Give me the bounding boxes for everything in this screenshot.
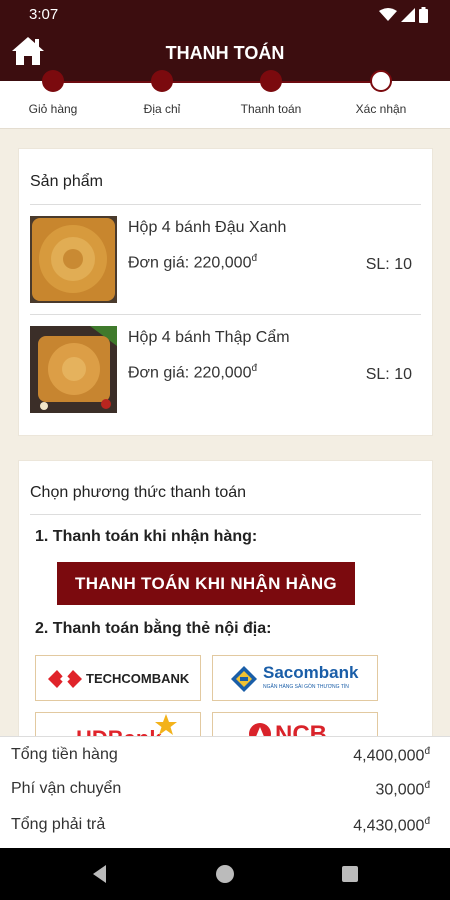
stepper-line — [52, 81, 380, 83]
card-payment-heading: 2. Thanh toán bằng thẻ nội địa: — [35, 620, 272, 637]
page-title: THANH TOÁN — [165, 43, 285, 63]
checkout-stepper: Giỏ hàng Địa chỉ Thanh toán Xác nhận — [0, 70, 450, 129]
total-row: Tổng phải trả 4,430,000đ — [0, 816, 450, 840]
product-name: Hộp 4 bánh Đậu Xanh — [128, 219, 287, 236]
product-price: Đơn giá: 220,000đ — [128, 253, 258, 272]
product-image — [30, 326, 117, 413]
status-icons — [379, 6, 428, 24]
product-quantity: SL: 10 — [365, 256, 412, 273]
product-price: Đơn giá: 220,000đ — [128, 363, 258, 382]
step-dot — [151, 70, 173, 92]
battery-icon — [419, 7, 428, 23]
step-dot — [370, 70, 392, 92]
step-dot — [42, 70, 64, 92]
sacombank-logo-icon — [231, 666, 257, 692]
step-label: Xác nhận — [355, 102, 407, 116]
divider — [30, 514, 421, 515]
bank-name: TECHCOMBANK — [86, 671, 190, 686]
bank-name: Sacombank — [263, 663, 359, 682]
step-dot — [260, 70, 282, 92]
step-label: Địa chỉ — [143, 102, 181, 116]
home-circle-icon[interactable] — [215, 864, 235, 884]
product-item[interactable]: Hộp 4 bánh Thập Cẩm Đơn giá: 220,000đ SL… — [19, 326, 434, 426]
status-bar: 3:07 — [0, 0, 450, 30]
signal-icon — [401, 8, 415, 22]
bank-sacombank[interactable]: Sacombank NGÂN HÀNG SÀI GÒN THƯƠNG TÍN — [212, 655, 378, 701]
system-nav-bar — [0, 848, 450, 900]
shipping-value: 30,000đ — [375, 780, 431, 799]
shipping-row: Phí vận chuyển 30,000đ — [0, 780, 450, 804]
wifi-icon — [379, 8, 397, 21]
subtotal-row: Tổng tiền hàng 4,400,000đ — [0, 746, 450, 770]
back-icon[interactable] — [90, 864, 110, 884]
subtotal-label: Tổng tiền hàng — [11, 746, 118, 763]
products-title: Sản phẩm — [30, 173, 103, 190]
subtotal-value: 4,400,000đ — [353, 746, 430, 765]
total-label: Tổng phải trả — [11, 816, 106, 833]
product-name: Hộp 4 bánh Thập Cẩm — [128, 329, 290, 346]
order-summary: Tổng tiền hàng 4,400,000đ Phí vận chuyển… — [0, 736, 450, 848]
shipping-label: Phí vận chuyển — [11, 780, 122, 797]
recents-icon[interactable] — [340, 864, 360, 884]
product-item[interactable]: Hộp 4 bánh Đậu Xanh Đơn giá: 220,000đ SL… — [19, 216, 434, 316]
bank-subtitle: NGÂN HÀNG SÀI GÒN THƯƠNG TÍN — [263, 684, 349, 690]
payment-title: Chọn phương thức thanh toán — [30, 484, 247, 501]
star-icon — [155, 714, 177, 735]
step-label: Giỏ hàng — [28, 102, 78, 116]
cod-button[interactable]: THANH TOÁN KHI NHẬN HÀNG — [57, 562, 355, 605]
total-value: 4,430,000đ — [353, 816, 430, 835]
product-quantity: SL: 10 — [365, 366, 412, 383]
bank-techcombank[interactable]: TECHCOMBANK — [35, 655, 201, 701]
products-card: Sản phẩm Hộp 4 bánh Đậu Xanh Đơn giá: 22… — [18, 148, 433, 436]
techcombank-logo-icon — [48, 670, 82, 688]
divider — [30, 204, 421, 205]
payment-method-card: Chọn phương thức thanh toán 1. Thanh toá… — [18, 460, 433, 750]
divider — [30, 314, 421, 315]
step-label: Thanh toán — [240, 102, 302, 116]
status-time: 3:07 — [29, 6, 59, 23]
product-image — [30, 216, 117, 303]
cod-heading: 1. Thanh toán khi nhận hàng: — [35, 528, 258, 545]
